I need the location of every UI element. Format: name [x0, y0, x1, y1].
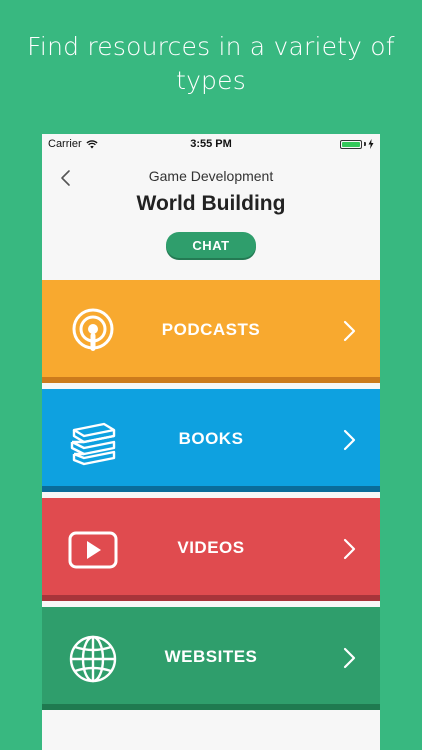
- battery-cap: [364, 142, 366, 146]
- chevron-right-icon: [343, 538, 356, 560]
- phone-screen: Carrier 3:55 PM Game Development World B…: [42, 134, 380, 750]
- category-shadow: [42, 377, 380, 383]
- category-shadow: [42, 704, 380, 710]
- chat-button[interactable]: CHAT: [166, 232, 256, 258]
- category-label: BOOKS: [178, 429, 244, 448]
- charging-bolt-icon: [368, 139, 374, 149]
- page-title: World Building: [136, 192, 286, 215]
- category-podcasts[interactable]: PODCASTS: [42, 280, 380, 383]
- chevron-right-icon: [343, 320, 356, 342]
- list-footer: [42, 716, 380, 750]
- category-websites[interactable]: WEBSITES: [42, 607, 380, 710]
- category-videos[interactable]: VIDEOS: [42, 498, 380, 601]
- category-shadow: [42, 595, 380, 601]
- promo-caption: Find resources in a variety of types: [0, 30, 422, 98]
- category-shadow: [42, 486, 380, 492]
- status-time: 3:55 PM: [190, 138, 232, 150]
- chevron-right-icon: [343, 647, 356, 669]
- battery-indicator: [340, 139, 374, 149]
- status-bar: Carrier 3:55 PM: [42, 134, 380, 154]
- category-label: WEBSITES: [164, 647, 258, 666]
- breadcrumb-subtitle: Game Development: [148, 168, 274, 184]
- chevron-right-icon: [343, 429, 356, 451]
- promo-line-1: Find resources in a variety of: [27, 32, 395, 61]
- category-label: PODCASTS: [161, 320, 261, 339]
- promo-line-2: types: [176, 66, 246, 95]
- category-label: VIDEOS: [177, 538, 245, 557]
- category-books[interactable]: BOOKS: [42, 389, 380, 492]
- battery-icon: [340, 139, 362, 149]
- battery-fill: [342, 141, 360, 147]
